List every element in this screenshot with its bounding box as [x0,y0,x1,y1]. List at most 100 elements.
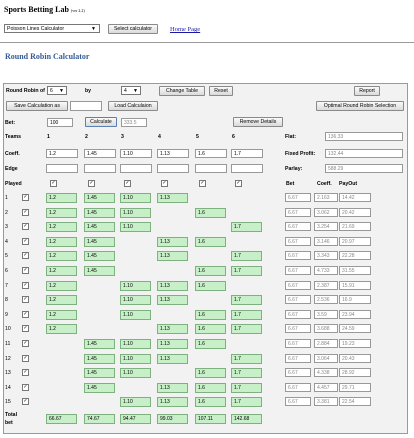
coeff-input[interactable]: 1.2 [46,149,78,158]
bet-input[interactable]: 100 [47,118,73,127]
row-bet-value: 6.67 [285,208,311,217]
selection-cell: 1.10 [120,208,151,218]
edge-label: Edge [5,166,18,172]
row-checkbox[interactable]: ✓ [22,209,29,216]
row-checkbox[interactable]: ✓ [22,252,29,259]
row-checkbox[interactable]: ✓ [22,398,29,405]
coeff-input[interactable]: 1.7 [231,149,263,158]
edge-input[interactable] [195,164,227,173]
edge-input[interactable] [231,164,263,173]
selection-cell: 1.2 [46,324,77,334]
calculator-select-value: Poisson Lines Calculator [7,26,65,32]
selection-cell: 1.7 [231,266,262,276]
selection-cell: 1.10 [120,193,151,203]
coeff-input[interactable]: 1.10 [120,149,152,158]
brand-name: Sports Betting Lab [4,5,69,14]
chevron-down-icon: ▼ [59,88,64,94]
played-checkbox[interactable]: ✓ [88,180,95,187]
total-bet-cell: 94.47 [120,414,151,424]
row-checkbox[interactable]: ✓ [22,325,29,332]
played-checkbox[interactable]: ✓ [161,180,168,187]
total-bet-cell: 142.68 [231,414,262,424]
save-calculation-name-input[interactable] [70,101,102,111]
coeff-input[interactable]: 1.45 [84,149,116,158]
selection-cell: 1.13 [157,237,188,247]
played-checkbox[interactable]: ✓ [50,180,57,187]
coeff-input[interactable]: 1.13 [157,149,189,158]
played-checkbox[interactable]: ✓ [199,180,206,187]
selection-cell: 1.2 [46,251,77,261]
row-coeff-value: 2.163 [314,193,338,202]
edge-input[interactable] [46,164,78,173]
selection-cell: 1.13 [157,193,188,203]
home-page-link[interactable]: Home Page [170,26,200,33]
row-checkbox[interactable]: ✓ [22,340,29,347]
calculate-button[interactable]: Calculate [85,117,117,127]
row-number: 12 [5,356,11,362]
total-bet-cell: 74.67 [84,414,115,424]
row-bet-value: 6.67 [285,281,311,290]
row-checkbox[interactable]: ✓ [22,223,29,230]
row-bet-value: 6.67 [285,310,311,319]
select-calculator-button[interactable]: Select calculator [108,24,158,34]
row-checkbox[interactable]: ✓ [22,296,29,303]
edge-input[interactable] [120,164,152,173]
reset-button[interactable]: Reset [209,86,233,96]
save-calculation-button[interactable]: Save Calculation as [6,101,68,111]
selection-cell: 1.45 [84,383,115,393]
selection-cell: 1.13 [157,397,188,407]
row-checkbox[interactable]: ✓ [22,355,29,362]
row-checkbox[interactable]: ✓ [22,282,29,289]
row-coeff-value: 2.884 [314,339,338,348]
selection-cell: 1.6 [195,208,226,218]
row-number: 4 [5,239,8,245]
coeff-input[interactable]: 1.6 [195,149,227,158]
selection-cell: 1.6 [195,237,226,247]
row-bet-value: 6.67 [285,397,311,406]
selection-cell: 1.7 [231,310,262,320]
row-payout-field: 22.54 [339,397,371,406]
row-bet-value: 6.67 [285,237,311,246]
selection-cell: 1.10 [120,339,151,349]
bet-column-header: Bet [286,181,295,187]
row-number: 5 [5,253,8,259]
selection-cell: 1.13 [157,295,188,305]
change-table-button[interactable]: Change Table [159,86,205,96]
row-payout-field: 31.55 [339,266,371,275]
total-label-line2: bet [5,420,13,426]
payout-column-text: PayOut [339,181,358,187]
row-coeff-value: 3.064 [314,354,338,363]
row-checkbox[interactable]: ✓ [22,194,29,201]
coeff-label: Coeff. [5,151,20,157]
row-bet-value: 6.67 [285,193,311,202]
row-checkbox[interactable]: ✓ [22,238,29,245]
row-checkbox[interactable]: ✓ [22,311,29,318]
selection-cell: 1.2 [46,266,77,276]
remove-details-button[interactable]: Remove Details [233,117,283,127]
row-checkbox[interactable]: ✓ [22,369,29,376]
round-robin-label: Round Robin of [6,88,45,94]
selection-cell: 1.7 [231,397,262,407]
edge-input[interactable] [157,164,189,173]
flat-value: 136.33 [325,132,403,141]
row-checkbox[interactable]: ✓ [22,267,29,274]
team-number: 1 [47,134,50,140]
row-bet-value: 6.67 [285,251,311,260]
selection-cell: 1.7 [231,368,262,378]
played-checkbox[interactable]: ✓ [235,180,242,187]
round-robin-by-select[interactable]: 4 ▼ [121,86,141,95]
optimal-selection-button[interactable]: Optimal Round Robin Selection [316,101,404,111]
edge-input[interactable] [84,164,116,173]
row-payout-field: 15.91 [339,281,371,290]
load-calculation-button[interactable]: Load Calculaion [108,101,158,111]
selection-cell: 1.45 [84,339,115,349]
calculator-select[interactable]: Poisson Lines Calculator ▼ [4,24,100,33]
round-robin-of-select[interactable]: 6 ▼ [47,86,67,95]
selection-cell: 1.45 [84,251,115,261]
row-payout-field: 16.9 [339,295,371,304]
row-coeff-value: 4.733 [314,266,338,275]
row-checkbox[interactable]: ✓ [22,384,29,391]
report-button[interactable]: Report [354,86,380,96]
selection-cell: 1.45 [84,354,115,364]
played-checkbox[interactable]: ✓ [124,180,131,187]
